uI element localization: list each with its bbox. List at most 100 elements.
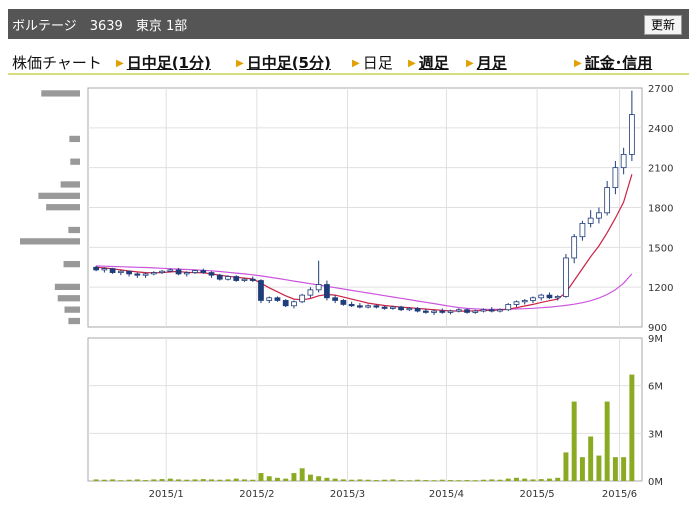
candle-body (373, 305, 380, 308)
candle-body (521, 300, 528, 303)
volume-panel: 9M 6M 3M 0M (87, 334, 663, 488)
volume-bar (464, 480, 470, 482)
candle-body (315, 284, 322, 291)
candle-body (216, 274, 223, 280)
volume-bar (472, 480, 478, 482)
volume-bar (555, 477, 561, 481)
candle-body (332, 297, 339, 301)
volume-bar (258, 473, 264, 481)
volume-bar (324, 477, 330, 481)
volume-bar (588, 436, 594, 481)
arrow-right-icon: ▶ (466, 58, 474, 69)
volume-bar (200, 479, 206, 481)
candle-body (175, 269, 182, 275)
volume-bar (274, 477, 280, 481)
refresh-button[interactable]: 更新 (643, 15, 682, 35)
candle-body (249, 278, 256, 281)
volume-profile-bar (57, 295, 80, 302)
candle-body (530, 297, 536, 301)
chart-section-label: 株価チャート (12, 54, 102, 72)
volume-bar (629, 374, 635, 481)
price-tick-label: 2400 (648, 124, 673, 135)
volume-bar (242, 479, 247, 481)
volume-bar (233, 478, 239, 481)
volume-bar (250, 479, 256, 481)
candle-body (488, 309, 495, 312)
candle-body (596, 212, 602, 219)
price-tick-label: 900 (648, 323, 667, 334)
candle-body (299, 294, 306, 303)
nav-weekly[interactable]: ▶ 週足 (408, 52, 449, 73)
candle-body (340, 300, 347, 305)
arrow-right-icon: ▶ (574, 58, 582, 69)
volume-bar (365, 479, 371, 481)
volume-profile-bar (20, 238, 80, 245)
volume-bar (579, 457, 585, 481)
candle-body (579, 223, 586, 238)
volume-bar (307, 474, 313, 481)
x-tick-label: 2015/1 (149, 489, 184, 500)
nav-intraday-1min[interactable]: ▶ 日中足(1分) (116, 52, 211, 73)
candle-body (620, 153, 627, 169)
candle-body (422, 310, 429, 313)
nav-intraday-5min[interactable]: ▶ 日中足(5分) (236, 52, 331, 73)
candle-body (101, 268, 108, 271)
candle-body (571, 236, 578, 259)
candle-body (604, 187, 611, 214)
volume-bar (546, 478, 552, 481)
volume-bar (176, 479, 182, 481)
volume-bar (398, 480, 404, 482)
volume-bar (225, 479, 231, 481)
x-tick-label: 2015/2 (239, 489, 274, 500)
candle-body (563, 257, 569, 297)
volume-bar (266, 476, 272, 481)
volume-bar (448, 480, 454, 482)
candle-body (439, 310, 446, 313)
volume-profile-bar (64, 306, 80, 313)
candle-body (200, 270, 207, 273)
candle-body (414, 308, 421, 312)
volume-tick-label: 0M (648, 477, 663, 488)
volume-bar (612, 457, 618, 481)
candle-body (225, 276, 231, 280)
x-tick-label: 2015/3 (330, 489, 365, 500)
volume-bar (357, 479, 363, 481)
candle-body (554, 296, 561, 299)
volume-bar (530, 479, 536, 481)
candle-body (282, 300, 289, 307)
candle-body (505, 304, 512, 311)
price-tick-label: 2700 (648, 84, 673, 95)
volume-bar (423, 480, 429, 482)
arrow-right-icon: ▶ (236, 58, 244, 69)
candle-body (348, 304, 355, 307)
nav-monthly[interactable]: ▶ 月足 (466, 52, 507, 73)
stock-chart: 2700 2400 2100 1800 1500 1200 900 9M 6M 3M 0M 201… (20, 84, 673, 500)
arrow-right-icon: ▶ (408, 58, 416, 69)
arrow-right-icon: ▶ (352, 58, 360, 69)
nav-margin-credit[interactable]: ▶ 証金･信用 (574, 52, 652, 73)
candle-body (472, 310, 479, 313)
volume-bar (522, 478, 528, 481)
volume-profile-bar (46, 204, 80, 211)
candle-body (241, 278, 248, 281)
volume-bar (209, 479, 214, 481)
volume-bar (571, 401, 577, 481)
candle-body (629, 114, 635, 155)
volume-bar (431, 480, 437, 482)
candle-body (159, 270, 165, 273)
volume-bar (151, 479, 157, 481)
candle-body (546, 294, 553, 299)
volume-bar (604, 401, 610, 481)
price-tick-label: 1800 (648, 204, 673, 215)
candle-body (398, 306, 404, 311)
candle-body (117, 270, 124, 273)
volume-bar (563, 452, 569, 481)
candle-body (266, 297, 273, 301)
volume-profile-bar (41, 90, 80, 97)
volume-bar (390, 479, 396, 481)
volume-bar (167, 478, 173, 481)
candle-body (480, 309, 487, 312)
volume-bar (291, 473, 297, 481)
candle-body (389, 306, 396, 309)
volume-tick-label: 9M (648, 334, 663, 345)
